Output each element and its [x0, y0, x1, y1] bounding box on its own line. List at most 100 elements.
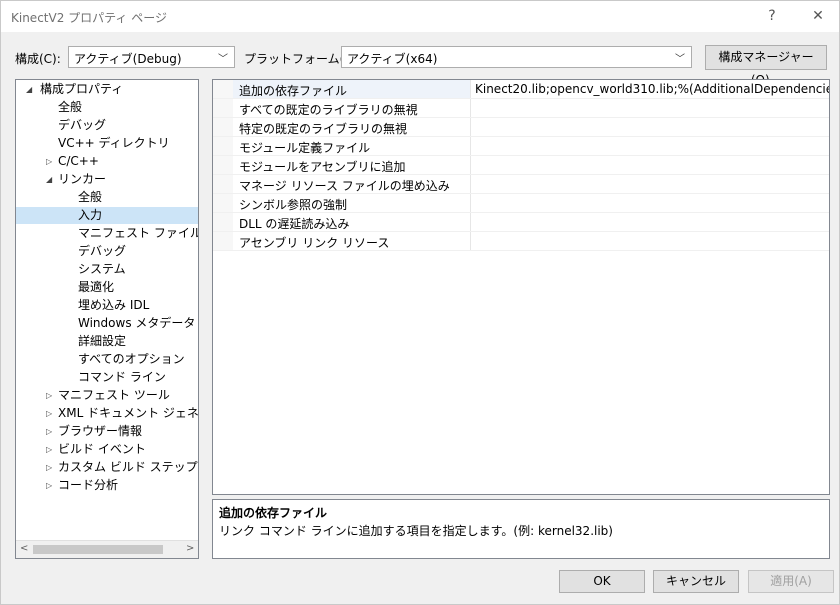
tree-item[interactable]: すべてのオプション: [16, 351, 198, 368]
column-separator: [470, 213, 471, 231]
tree-item[interactable]: コマンド ライン: [16, 369, 198, 386]
configuration-combo[interactable]: アクティブ(Debug) ﹀: [68, 46, 235, 68]
column-separator: [470, 232, 471, 250]
row-gutter: [213, 137, 233, 155]
expanded-arrow-icon[interactable]: ◢: [46, 171, 52, 188]
expanded-arrow-icon[interactable]: ◢: [26, 81, 32, 98]
property-name: マネージ リソース ファイルの埋め込み: [239, 179, 450, 193]
property-row[interactable]: モジュール定義ファイル: [213, 137, 829, 156]
property-row[interactable]: モジュールをアセンブリに追加: [213, 156, 829, 175]
property-row[interactable]: アセンブリ リンク リソース: [213, 232, 829, 251]
tree-item[interactable]: ▷ XML ドキュメント ジェネレーター: [16, 405, 198, 422]
property-name: モジュールをアセンブリに追加: [239, 160, 406, 174]
tree-item-label: マニフェスト ファイル: [78, 226, 199, 240]
tree-item-label: コード分析: [58, 478, 119, 492]
row-gutter: [213, 99, 233, 117]
column-separator: [470, 118, 471, 136]
property-name: DLL の遅延読み込み: [239, 217, 350, 231]
collapsed-arrow-icon[interactable]: ▷: [46, 441, 52, 458]
property-name: モジュール定義ファイル: [239, 141, 371, 155]
tree-item[interactable]: 埋め込み IDL: [16, 297, 198, 314]
tree-item[interactable]: デバッグ: [16, 243, 198, 260]
tree-item[interactable]: ▷ ビルド イベント: [16, 441, 198, 458]
property-row[interactable]: 追加の依存ファイル Kinect20.lib;opencv_world310.li…: [213, 80, 829, 99]
tree-item[interactable]: VC++ ディレクトリ: [16, 135, 198, 152]
tree-item[interactable]: 詳細設定: [16, 333, 198, 350]
property-name: シンボル参照の強制: [239, 198, 348, 212]
collapsed-arrow-icon[interactable]: ▷: [46, 477, 52, 494]
tree-item[interactable]: 全般: [16, 189, 198, 206]
row-gutter: [213, 156, 233, 174]
platform-combo[interactable]: アクティブ(x64) ﹀: [341, 46, 692, 68]
tree-item[interactable]: Windows メタデータ: [16, 315, 198, 332]
window-title: KinectV2 プロパティ ページ: [11, 11, 168, 25]
title-bar: KinectV2 プロパティ ページ ? ✕: [1, 1, 839, 32]
tree-item-label: Windows メタデータ: [78, 316, 196, 330]
description-text: リンク コマンド ラインに追加する項目を指定します。(例: kernel32.l…: [219, 524, 613, 538]
scroll-right-icon[interactable]: >: [186, 543, 194, 554]
row-gutter: [213, 194, 233, 212]
property-name: 追加の依存ファイル: [239, 84, 348, 98]
tree-item-label: システム: [78, 262, 126, 276]
description-title: 追加の依存ファイル: [219, 506, 328, 520]
property-name: すべての既定のライブラリの無視: [239, 103, 418, 117]
property-row[interactable]: DLL の遅延読み込み: [213, 213, 829, 232]
chevron-down-icon: ﹀: [218, 54, 228, 65]
tree-item[interactable]: ▷ カスタム ビルド ステップ: [16, 459, 198, 476]
tree-item[interactable]: マニフェスト ファイル: [16, 225, 198, 242]
scrollbar-thumb[interactable]: [33, 545, 163, 554]
row-gutter: [213, 175, 233, 193]
tree-item[interactable]: 全般: [16, 99, 198, 116]
collapsed-arrow-icon[interactable]: ▷: [46, 459, 52, 476]
close-button[interactable]: ✕: [803, 5, 833, 27]
row-gutter: [213, 80, 233, 98]
help-button[interactable]: ?: [757, 5, 787, 27]
row-gutter: [213, 232, 233, 250]
description-panel: 追加の依存ファイル リンク コマンド ラインに追加する項目を指定します。(例: …: [212, 499, 830, 559]
property-pages-window: KinectV2 プロパティ ページ ? ✕ 構成(C): アクティブ(Debu…: [0, 0, 840, 605]
tree-item[interactable]: ◢ リンカー: [16, 171, 198, 188]
column-separator: [470, 137, 471, 155]
tree-horizontal-scrollbar[interactable]: < >: [16, 540, 198, 558]
platform-value: アクティブ(x64): [347, 52, 438, 66]
cancel-button[interactable]: キャンセル: [653, 570, 739, 593]
tree-item[interactable]: ▷ ブラウザー情報: [16, 423, 198, 440]
tree-item[interactable]: 最適化: [16, 279, 198, 296]
collapsed-arrow-icon[interactable]: ▷: [46, 387, 52, 404]
configuration-label: 構成(C):: [15, 52, 61, 66]
collapsed-arrow-icon[interactable]: ▷: [46, 423, 52, 440]
tree-item[interactable]: ▷ コード分析: [16, 477, 198, 494]
column-separator: [470, 156, 471, 174]
collapsed-arrow-icon[interactable]: ▷: [46, 153, 52, 170]
collapsed-arrow-icon[interactable]: ▷: [46, 405, 52, 422]
tree-item[interactable]: システム: [16, 261, 198, 278]
tree-item[interactable]: ▷ マニフェスト ツール: [16, 387, 198, 404]
tree-item[interactable]: デバッグ: [16, 117, 198, 134]
tree-item-label: C/C++: [58, 154, 99, 168]
apply-button[interactable]: 適用(A): [748, 570, 834, 593]
property-row[interactable]: マネージ リソース ファイルの埋め込み: [213, 175, 829, 194]
chevron-down-icon: ﹀: [675, 54, 685, 65]
tree-item[interactable]: ◢ 構成プロパティ: [16, 81, 198, 98]
tree-item-label: 構成プロパティ: [40, 82, 124, 96]
column-separator: [470, 175, 471, 193]
tree-item-label: デバッグ: [78, 244, 127, 258]
property-row[interactable]: すべての既定のライブラリの無視: [213, 99, 829, 118]
property-grid: 追加の依存ファイル Kinect20.lib;opencv_world310.li…: [212, 79, 830, 495]
row-gutter: [213, 118, 233, 136]
configuration-manager-button[interactable]: 構成マネージャー(O)...: [705, 45, 827, 87]
tree-item[interactable]: ▷ C/C++: [16, 153, 198, 170]
scroll-left-icon[interactable]: <: [20, 543, 28, 554]
tree-item-label: 埋め込み IDL: [78, 298, 150, 312]
column-separator: [470, 80, 471, 98]
tree-item-label: マニフェスト ツール: [58, 388, 170, 402]
property-row[interactable]: 特定の既定のライブラリの無視: [213, 118, 829, 137]
tree-item-label: 最適化: [78, 280, 115, 294]
tree-item-label: コマンド ライン: [78, 370, 166, 384]
tree-item-label: ビルド イベント: [58, 442, 146, 456]
tree-item-label: デバッグ: [58, 118, 107, 132]
tree-item[interactable]: 入力: [16, 207, 198, 224]
property-row[interactable]: シンボル参照の強制: [213, 194, 829, 213]
property-value[interactable]: Kinect20.lib;opencv_world310.lib;%(Addit…: [475, 82, 829, 96]
ok-button[interactable]: OK: [559, 570, 645, 593]
